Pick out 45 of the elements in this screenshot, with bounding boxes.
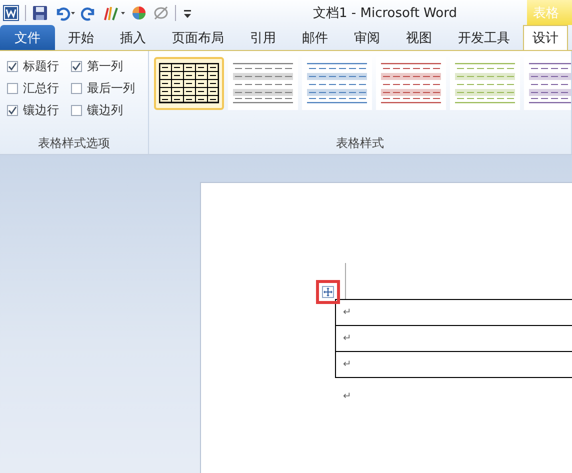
checkbox[interactable] [71,82,82,94]
table-style-preview-drawing [529,63,571,104]
ribbon-tab[interactable]: 设计 [523,25,568,50]
move-icon [322,286,334,298]
ribbon-tab[interactable]: 插入 [107,25,159,50]
checkbox[interactable] [71,104,82,116]
table-style-preview-drawing [159,63,219,104]
word-app-icon[interactable] [3,4,19,20]
window-title: 文档1 - Microsoft Word [312,4,458,22]
checkbox-label: 最后一列 [87,80,135,96]
paragraph-mark: ↵ [343,391,352,402]
redo-icon[interactable] [81,4,97,20]
save-icon[interactable] [32,4,48,20]
ribbon-tab[interactable]: 邮件 [289,25,341,50]
pencils-icon[interactable] [103,4,125,20]
group-label: 表格样式选项 [37,135,111,152]
checkbox-label: 镶边行 [23,102,59,118]
ribbon-tab[interactable]: 开发工具 [445,25,523,50]
ribbon-tab[interactable]: 开始 [55,25,107,50]
undo-icon[interactable] [54,4,75,20]
ribbon-tab[interactable]: 文件 [0,25,55,50]
table-style-preview-drawing [307,63,367,104]
paragraph-mark: ↵ [343,333,352,344]
checkbox-label: 第一列 [87,58,123,74]
table-style-preview-drawing [381,63,441,104]
group-label: 表格样式 [335,135,385,152]
checkbox-label: 标题行 [23,58,59,74]
context-tab-group-label: 表格 [527,0,572,25]
table-move-handle[interactable] [316,280,340,304]
paragraph-mark: ↵ [343,359,352,370]
paragraph-mark: ↵ [343,307,352,318]
checkbox[interactable] [7,104,18,116]
ribbon-tab[interactable]: 审阅 [341,25,393,50]
checkbox[interactable] [71,60,82,72]
color-wheel-icon[interactable] [131,4,147,20]
checkbox-label: 镶边列 [87,102,123,118]
table-style-preview-drawing [233,63,293,104]
ribbon-tab[interactable]: 视图 [393,25,445,50]
table-style-preview-drawing [455,63,515,104]
ribbon-tab[interactable]: 引用 [237,25,289,50]
checkbox-label: 汇总行 [23,80,59,96]
checkbox[interactable] [7,82,18,94]
table-style-thumbnail[interactable] [154,57,224,110]
checkbox[interactable] [7,60,18,72]
ribbon-tab[interactable]: 页面布局 [159,25,237,50]
